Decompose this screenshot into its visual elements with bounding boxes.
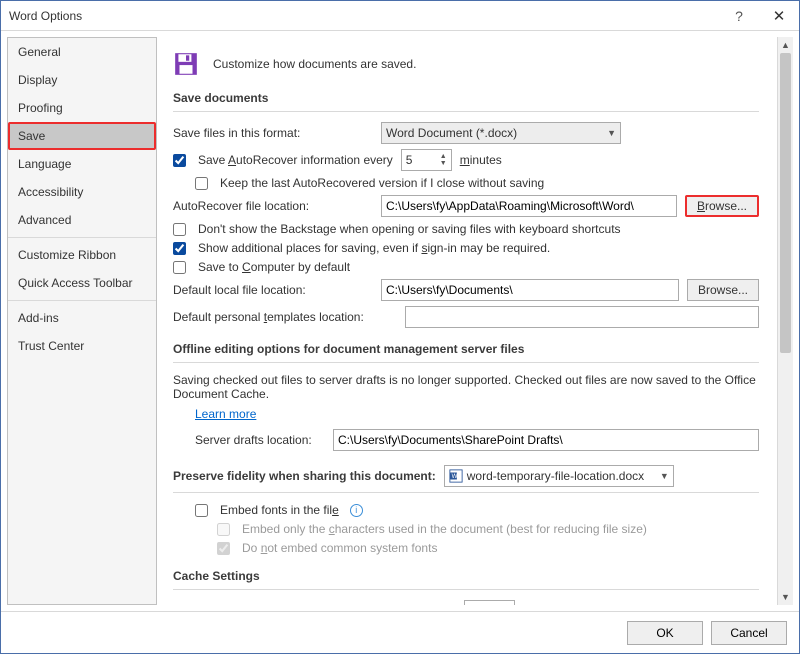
header-text: Customize how documents are saved. [213,57,416,71]
embed-fonts-label: Embed fonts in the file [220,503,339,517]
autorecover-checkbox[interactable] [173,154,186,167]
embed-only-chars-label: Embed only the characters used in the do… [242,522,647,536]
chevron-down-icon: ▼ [660,471,669,481]
do-not-embed-checkbox [217,542,230,555]
sidebar-item-display[interactable]: Display [8,66,156,94]
cache-days-label: Days to keep files in the Office Documen… [195,604,456,605]
browse-default-local-button[interactable]: Browse... [687,279,759,301]
save-to-computer-checkbox[interactable] [173,261,186,274]
do-not-embed-label: Do not embed common system fonts [242,541,437,555]
chevron-down-icon: ▼ [607,128,616,138]
sidebar-item-quick-access-toolbar[interactable]: Quick Access Toolbar [8,269,156,297]
save-format-select[interactable]: Word Document (*.docx) ▼ [381,122,621,144]
titlebar: Word Options ? ✕ [1,1,799,31]
section-cache-title: Cache Settings [173,569,759,583]
offline-body-text: Saving checked out files to server draft… [173,373,759,401]
cancel-button[interactable]: Cancel [711,621,787,645]
dont-show-backstage-label: Don't show the Backstage when opening or… [198,222,621,236]
show-additional-places-checkbox[interactable] [173,242,186,255]
svg-text:W: W [451,473,457,480]
autorecover-location-field[interactable] [381,195,677,217]
scrollbar[interactable]: ▲ ▼ [777,37,793,605]
footer: OK Cancel [1,611,799,653]
sidebar-item-accessibility[interactable]: Accessibility [8,178,156,206]
default-template-label: Default personal templates location: [173,310,397,324]
save-format-label: Save files in this format: [173,126,373,140]
close-button[interactable]: ✕ [759,7,799,25]
embed-fonts-checkbox[interactable] [195,504,208,517]
sidebar-item-customize-ribbon[interactable]: Customize Ribbon [8,241,156,269]
save-to-computer-label: Save to Computer by default [198,260,350,274]
scroll-thumb[interactable] [780,53,791,353]
section-save-documents-title: Save documents [173,91,759,105]
scroll-down-icon[interactable]: ▼ [778,589,793,605]
section-offline-title: Offline editing options for document man… [173,342,759,356]
sidebar-item-advanced[interactable]: Advanced [8,206,156,234]
show-additional-places-label: Show additional places for saving, even … [198,241,550,255]
learn-more-link[interactable]: Learn more [195,407,256,421]
keep-last-checkbox[interactable] [195,177,208,190]
scroll-up-icon[interactable]: ▲ [778,37,793,53]
save-icon [173,51,199,77]
autorecover-location-label: AutoRecover file location: [173,199,373,213]
sidebar-divider [8,300,156,301]
sidebar-divider [8,237,156,238]
server-drafts-label: Server drafts location: [195,433,325,447]
minutes-label: minutes [460,153,502,167]
cache-days-spinner[interactable]: 14 ▲▼ [464,600,515,605]
default-template-field[interactable] [405,306,759,328]
autorecover-minutes-spinner[interactable]: 5 ▲▼ [401,149,452,171]
sidebar-item-trust-center[interactable]: Trust Center [8,332,156,360]
preserve-document-select[interactable]: W word-temporary-file-location.docx ▼ [444,465,674,487]
window-title: Word Options [9,9,82,23]
ok-button[interactable]: OK [627,621,703,645]
autorecover-label: Save AutoRecover information every [198,153,393,167]
sidebar-item-proofing[interactable]: Proofing [8,94,156,122]
server-drafts-field[interactable] [333,429,759,451]
sidebar-item-general[interactable]: General [8,38,156,66]
default-local-label: Default local file location: [173,283,373,297]
info-icon[interactable]: i [350,504,363,517]
sidebar-item-language[interactable]: Language [8,150,156,178]
word-doc-icon: W [449,469,463,483]
default-local-field[interactable] [381,279,679,301]
dont-show-backstage-checkbox[interactable] [173,223,186,236]
help-button[interactable]: ? [719,8,759,24]
word-options-window: Word Options ? ✕ General Display Proofin… [0,0,800,654]
sidebar-item-add-ins[interactable]: Add-ins [8,304,156,332]
embed-only-chars-checkbox [217,523,230,536]
save-format-value: Word Document (*.docx) [386,126,517,140]
browse-autorecover-button[interactable]: Browse... [685,195,759,217]
main-panel: Customize how documents are saved. Save … [163,37,777,605]
sidebar-item-save[interactable]: Save [8,122,156,150]
section-preserve-title: Preserve fidelity when sharing this docu… [173,469,436,483]
preserve-document-value: word-temporary-file-location.docx [467,469,644,483]
keep-last-label: Keep the last AutoRecovered version if I… [220,176,544,190]
options-sidebar: General Display Proofing Save Language A… [7,37,157,605]
